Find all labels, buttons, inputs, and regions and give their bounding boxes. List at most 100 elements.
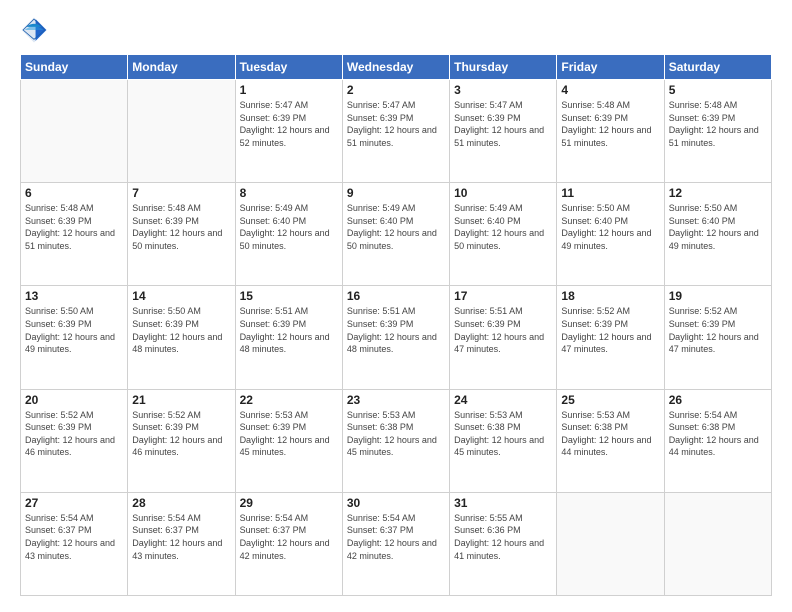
day-info: Sunrise: 5:52 AM Sunset: 6:39 PM Dayligh… xyxy=(25,409,123,459)
day-cell-24: 24 Sunrise: 5:53 AM Sunset: 6:38 PM Dayli… xyxy=(450,389,557,492)
day-info: Sunrise: 5:47 AM Sunset: 6:39 PM Dayligh… xyxy=(347,99,445,149)
day-number: 26 xyxy=(669,393,767,407)
day-number: 17 xyxy=(454,289,552,303)
day-cell-31: 31Sunrise: 5:55 AM Sunset: 6:36 PM Dayli… xyxy=(450,492,557,595)
page: SundayMondayTuesdayWednesdayThursdayFrid… xyxy=(0,0,792,612)
day-info: Sunrise: 5:53 AM Sunset: 6:38 PM Dayligh… xyxy=(454,409,552,459)
day-cell-5: 5 Sunrise: 5:48 AM Sunset: 6:39 PM Daylig… xyxy=(664,80,771,183)
day-number: 1 xyxy=(240,83,338,97)
day-cell-7: 7 Sunrise: 5:48 AM Sunset: 6:39 PM Daylig… xyxy=(128,183,235,286)
day-cell-25: 25 Sunrise: 5:53 AM Sunset: 6:38 PM Dayli… xyxy=(557,389,664,492)
logo-icon xyxy=(20,16,48,44)
day-number: 27 xyxy=(25,496,123,510)
day-cell-1: 1 Sunrise: 5:47 AM Sunset: 6:39 PM Daylig… xyxy=(235,80,342,183)
day-cell-2: 2 Sunrise: 5:47 AM Sunset: 6:39 PM Daylig… xyxy=(342,80,449,183)
day-cell-3: 3 Sunrise: 5:47 AM Sunset: 6:39 PM Daylig… xyxy=(450,80,557,183)
calendar-dow-thursday: Thursday xyxy=(450,55,557,80)
day-cell-13: 13Sunrise: 5:50 AM Sunset: 6:39 PM Dayli… xyxy=(21,286,128,389)
empty-cell xyxy=(557,492,664,595)
week-row-2: 6 Sunrise: 5:48 AM Sunset: 6:39 PM Daylig… xyxy=(21,183,772,286)
day-number: 9 xyxy=(347,186,445,200)
day-number: 10 xyxy=(454,186,552,200)
day-info: Sunrise: 5:52 AM Sunset: 6:39 PM Dayligh… xyxy=(132,409,230,459)
day-cell-6: 6 Sunrise: 5:48 AM Sunset: 6:39 PM Daylig… xyxy=(21,183,128,286)
day-info: Sunrise: 5:48 AM Sunset: 6:39 PM Dayligh… xyxy=(25,202,123,252)
day-cell-8: 8 Sunrise: 5:49 AM Sunset: 6:40 PM Daylig… xyxy=(235,183,342,286)
calendar-dow-monday: Monday xyxy=(128,55,235,80)
day-cell-15: 15 Sunrise: 5:51 AM Sunset: 6:39 PM Dayli… xyxy=(235,286,342,389)
day-info: Sunrise: 5:51 AM Sunset: 6:39 PM Dayligh… xyxy=(347,305,445,355)
header xyxy=(20,16,772,44)
day-cell-26: 26 Sunrise: 5:54 AM Sunset: 6:38 PM Dayli… xyxy=(664,389,771,492)
day-number: 8 xyxy=(240,186,338,200)
day-cell-12: 12Sunrise: 5:50 AM Sunset: 6:40 PM Dayli… xyxy=(664,183,771,286)
day-info: Sunrise: 5:47 AM Sunset: 6:39 PM Dayligh… xyxy=(240,99,338,149)
day-info: Sunrise: 5:49 AM Sunset: 6:40 PM Dayligh… xyxy=(454,202,552,252)
day-number: 2 xyxy=(347,83,445,97)
day-info: Sunrise: 5:48 AM Sunset: 6:39 PM Dayligh… xyxy=(561,99,659,149)
day-cell-14: 14Sunrise: 5:50 AM Sunset: 6:39 PM Dayli… xyxy=(128,286,235,389)
day-cell-11: 11Sunrise: 5:50 AM Sunset: 6:40 PM Dayli… xyxy=(557,183,664,286)
day-info: Sunrise: 5:54 AM Sunset: 6:38 PM Dayligh… xyxy=(669,409,767,459)
day-cell-18: 18Sunrise: 5:52 AM Sunset: 6:39 PM Dayli… xyxy=(557,286,664,389)
day-number: 14 xyxy=(132,289,230,303)
empty-cell xyxy=(128,80,235,183)
day-number: 16 xyxy=(347,289,445,303)
day-number: 18 xyxy=(561,289,659,303)
day-info: Sunrise: 5:49 AM Sunset: 6:40 PM Dayligh… xyxy=(347,202,445,252)
day-info: Sunrise: 5:49 AM Sunset: 6:40 PM Dayligh… xyxy=(240,202,338,252)
day-cell-20: 20 Sunrise: 5:52 AM Sunset: 6:39 PM Dayli… xyxy=(21,389,128,492)
day-info: Sunrise: 5:51 AM Sunset: 6:39 PM Dayligh… xyxy=(240,305,338,355)
empty-cell xyxy=(664,492,771,595)
day-info: Sunrise: 5:48 AM Sunset: 6:39 PM Dayligh… xyxy=(669,99,767,149)
day-info: Sunrise: 5:54 AM Sunset: 6:37 PM Dayligh… xyxy=(347,512,445,562)
day-number: 4 xyxy=(561,83,659,97)
day-cell-16: 16 Sunrise: 5:51 AM Sunset: 6:39 PM Dayli… xyxy=(342,286,449,389)
day-number: 11 xyxy=(561,186,659,200)
week-row-3: 13Sunrise: 5:50 AM Sunset: 6:39 PM Dayli… xyxy=(21,286,772,389)
day-cell-29: 29 Sunrise: 5:54 AM Sunset: 6:37 PM Dayli… xyxy=(235,492,342,595)
week-row-5: 27 Sunrise: 5:54 AM Sunset: 6:37 PM Dayli… xyxy=(21,492,772,595)
logo xyxy=(20,16,52,44)
day-info: Sunrise: 5:54 AM Sunset: 6:37 PM Dayligh… xyxy=(240,512,338,562)
day-number: 12 xyxy=(669,186,767,200)
day-cell-30: 30 Sunrise: 5:54 AM Sunset: 6:37 PM Dayli… xyxy=(342,492,449,595)
day-info: Sunrise: 5:53 AM Sunset: 6:39 PM Dayligh… xyxy=(240,409,338,459)
day-number: 3 xyxy=(454,83,552,97)
day-info: Sunrise: 5:47 AM Sunset: 6:39 PM Dayligh… xyxy=(454,99,552,149)
day-number: 30 xyxy=(347,496,445,510)
day-cell-4: 4 Sunrise: 5:48 AM Sunset: 6:39 PM Daylig… xyxy=(557,80,664,183)
day-info: Sunrise: 5:52 AM Sunset: 6:39 PM Dayligh… xyxy=(669,305,767,355)
calendar-dow-saturday: Saturday xyxy=(664,55,771,80)
day-number: 5 xyxy=(669,83,767,97)
day-number: 21 xyxy=(132,393,230,407)
day-number: 7 xyxy=(132,186,230,200)
calendar-header-row: SundayMondayTuesdayWednesdayThursdayFrid… xyxy=(21,55,772,80)
week-row-4: 20 Sunrise: 5:52 AM Sunset: 6:39 PM Dayli… xyxy=(21,389,772,492)
day-cell-10: 10 Sunrise: 5:49 AM Sunset: 6:40 PM Dayli… xyxy=(450,183,557,286)
day-info: Sunrise: 5:48 AM Sunset: 6:39 PM Dayligh… xyxy=(132,202,230,252)
day-cell-27: 27Sunrise: 5:54 AM Sunset: 6:37 PM Dayli… xyxy=(21,492,128,595)
day-number: 28 xyxy=(132,496,230,510)
day-number: 31 xyxy=(454,496,552,510)
day-number: 15 xyxy=(240,289,338,303)
day-info: Sunrise: 5:53 AM Sunset: 6:38 PM Dayligh… xyxy=(561,409,659,459)
empty-cell xyxy=(21,80,128,183)
day-cell-9: 9 Sunrise: 5:49 AM Sunset: 6:40 PM Daylig… xyxy=(342,183,449,286)
calendar-dow-friday: Friday xyxy=(557,55,664,80)
day-number: 24 xyxy=(454,393,552,407)
calendar-dow-tuesday: Tuesday xyxy=(235,55,342,80)
calendar-table: SundayMondayTuesdayWednesdayThursdayFrid… xyxy=(20,54,772,596)
day-number: 25 xyxy=(561,393,659,407)
day-number: 23 xyxy=(347,393,445,407)
day-cell-22: 22Sunrise: 5:53 AM Sunset: 6:39 PM Dayli… xyxy=(235,389,342,492)
week-row-1: 1 Sunrise: 5:47 AM Sunset: 6:39 PM Daylig… xyxy=(21,80,772,183)
day-cell-28: 28 Sunrise: 5:54 AM Sunset: 6:37 PM Dayli… xyxy=(128,492,235,595)
calendar-dow-sunday: Sunday xyxy=(21,55,128,80)
day-number: 20 xyxy=(25,393,123,407)
day-number: 6 xyxy=(25,186,123,200)
day-number: 29 xyxy=(240,496,338,510)
day-cell-17: 17Sunrise: 5:51 AM Sunset: 6:39 PM Dayli… xyxy=(450,286,557,389)
day-info: Sunrise: 5:53 AM Sunset: 6:38 PM Dayligh… xyxy=(347,409,445,459)
day-info: Sunrise: 5:54 AM Sunset: 6:37 PM Dayligh… xyxy=(132,512,230,562)
